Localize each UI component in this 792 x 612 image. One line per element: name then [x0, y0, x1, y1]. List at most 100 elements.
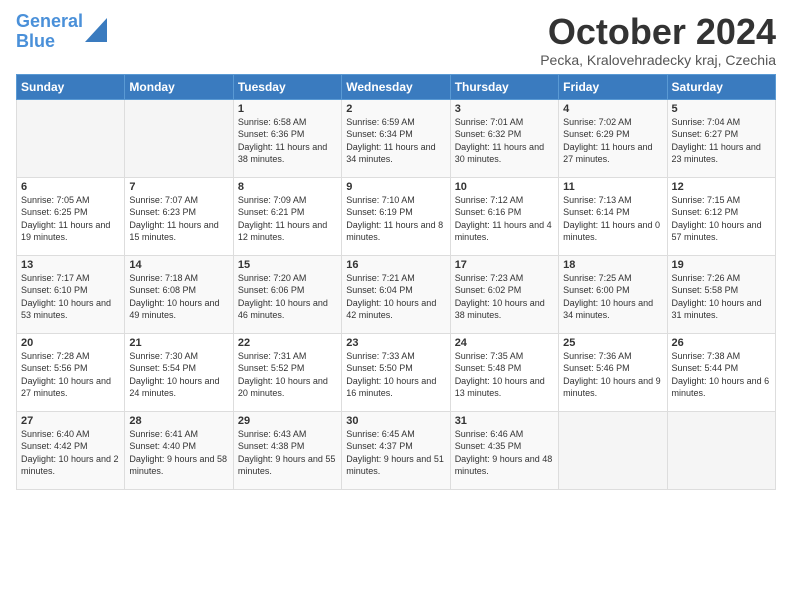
- day-cell: [125, 99, 233, 177]
- day-detail: Sunrise: 7:31 AM Sunset: 5:52 PM Dayligh…: [238, 350, 337, 400]
- day-number: 27: [21, 415, 120, 427]
- day-number: 18: [563, 259, 662, 271]
- day-number: 10: [455, 181, 554, 193]
- day-detail: Sunrise: 6:46 AM Sunset: 4:35 PM Dayligh…: [455, 428, 554, 478]
- day-cell: 6Sunrise: 7:05 AM Sunset: 6:25 PM Daylig…: [17, 177, 125, 255]
- day-cell: 29Sunrise: 6:43 AM Sunset: 4:38 PM Dayli…: [233, 411, 341, 489]
- day-detail: Sunrise: 7:21 AM Sunset: 6:04 PM Dayligh…: [346, 272, 445, 322]
- day-number: 22: [238, 337, 337, 349]
- day-number: 19: [672, 259, 771, 271]
- week-row-1: 1Sunrise: 6:58 AM Sunset: 6:36 PM Daylig…: [17, 99, 776, 177]
- logo-icon: [85, 14, 107, 42]
- logo-text: GeneralBlue: [16, 12, 83, 52]
- header: GeneralBlue October 2024 Pecka, Kraloveh…: [16, 12, 776, 68]
- week-row-5: 27Sunrise: 6:40 AM Sunset: 4:42 PM Dayli…: [17, 411, 776, 489]
- day-number: 25: [563, 337, 662, 349]
- logo: GeneralBlue: [16, 12, 107, 52]
- day-number: 13: [21, 259, 120, 271]
- day-cell: 16Sunrise: 7:21 AM Sunset: 6:04 PM Dayli…: [342, 255, 450, 333]
- day-cell: [17, 99, 125, 177]
- day-number: 5: [672, 103, 771, 115]
- location: Pecka, Kralovehradecky kraj, Czechia: [540, 52, 776, 68]
- day-detail: Sunrise: 7:38 AM Sunset: 5:44 PM Dayligh…: [672, 350, 771, 400]
- day-cell: [667, 411, 775, 489]
- day-detail: Sunrise: 7:05 AM Sunset: 6:25 PM Dayligh…: [21, 194, 120, 244]
- day-cell: 15Sunrise: 7:20 AM Sunset: 6:06 PM Dayli…: [233, 255, 341, 333]
- day-detail: Sunrise: 6:58 AM Sunset: 6:36 PM Dayligh…: [238, 116, 337, 166]
- col-wednesday: Wednesday: [342, 74, 450, 99]
- day-number: 20: [21, 337, 120, 349]
- day-detail: Sunrise: 7:25 AM Sunset: 6:00 PM Dayligh…: [563, 272, 662, 322]
- day-number: 8: [238, 181, 337, 193]
- day-number: 16: [346, 259, 445, 271]
- day-number: 3: [455, 103, 554, 115]
- day-number: 1: [238, 103, 337, 115]
- day-number: 28: [129, 415, 228, 427]
- day-cell: 2Sunrise: 6:59 AM Sunset: 6:34 PM Daylig…: [342, 99, 450, 177]
- day-detail: Sunrise: 7:18 AM Sunset: 6:08 PM Dayligh…: [129, 272, 228, 322]
- day-detail: Sunrise: 7:23 AM Sunset: 6:02 PM Dayligh…: [455, 272, 554, 322]
- day-detail: Sunrise: 7:30 AM Sunset: 5:54 PM Dayligh…: [129, 350, 228, 400]
- month-title: October 2024: [540, 12, 776, 52]
- day-number: 17: [455, 259, 554, 271]
- day-detail: Sunrise: 7:20 AM Sunset: 6:06 PM Dayligh…: [238, 272, 337, 322]
- day-number: 11: [563, 181, 662, 193]
- col-thursday: Thursday: [450, 74, 558, 99]
- day-number: 15: [238, 259, 337, 271]
- day-cell: 7Sunrise: 7:07 AM Sunset: 6:23 PM Daylig…: [125, 177, 233, 255]
- title-block: October 2024 Pecka, Kralovehradecky kraj…: [540, 12, 776, 68]
- col-monday: Monday: [125, 74, 233, 99]
- day-cell: 27Sunrise: 6:40 AM Sunset: 4:42 PM Dayli…: [17, 411, 125, 489]
- day-detail: Sunrise: 6:59 AM Sunset: 6:34 PM Dayligh…: [346, 116, 445, 166]
- day-cell: 31Sunrise: 6:46 AM Sunset: 4:35 PM Dayli…: [450, 411, 558, 489]
- col-tuesday: Tuesday: [233, 74, 341, 99]
- day-detail: Sunrise: 7:17 AM Sunset: 6:10 PM Dayligh…: [21, 272, 120, 322]
- day-detail: Sunrise: 7:35 AM Sunset: 5:48 PM Dayligh…: [455, 350, 554, 400]
- calendar-body: 1Sunrise: 6:58 AM Sunset: 6:36 PM Daylig…: [17, 99, 776, 489]
- day-detail: Sunrise: 7:33 AM Sunset: 5:50 PM Dayligh…: [346, 350, 445, 400]
- day-detail: Sunrise: 7:28 AM Sunset: 5:56 PM Dayligh…: [21, 350, 120, 400]
- day-cell: 24Sunrise: 7:35 AM Sunset: 5:48 PM Dayli…: [450, 333, 558, 411]
- day-number: 26: [672, 337, 771, 349]
- day-cell: 30Sunrise: 6:45 AM Sunset: 4:37 PM Dayli…: [342, 411, 450, 489]
- col-sunday: Sunday: [17, 74, 125, 99]
- day-detail: Sunrise: 7:26 AM Sunset: 5:58 PM Dayligh…: [672, 272, 771, 322]
- col-saturday: Saturday: [667, 74, 775, 99]
- day-number: 31: [455, 415, 554, 427]
- day-detail: Sunrise: 7:12 AM Sunset: 6:16 PM Dayligh…: [455, 194, 554, 244]
- day-number: 4: [563, 103, 662, 115]
- day-cell: 19Sunrise: 7:26 AM Sunset: 5:58 PM Dayli…: [667, 255, 775, 333]
- day-number: 14: [129, 259, 228, 271]
- calendar-table: Sunday Monday Tuesday Wednesday Thursday…: [16, 74, 776, 490]
- day-cell: 13Sunrise: 7:17 AM Sunset: 6:10 PM Dayli…: [17, 255, 125, 333]
- day-number: 21: [129, 337, 228, 349]
- day-cell: 5Sunrise: 7:04 AM Sunset: 6:27 PM Daylig…: [667, 99, 775, 177]
- day-cell: 14Sunrise: 7:18 AM Sunset: 6:08 PM Dayli…: [125, 255, 233, 333]
- day-cell: 21Sunrise: 7:30 AM Sunset: 5:54 PM Dayli…: [125, 333, 233, 411]
- day-detail: Sunrise: 6:45 AM Sunset: 4:37 PM Dayligh…: [346, 428, 445, 478]
- page: GeneralBlue October 2024 Pecka, Kraloveh…: [0, 0, 792, 498]
- day-cell: 11Sunrise: 7:13 AM Sunset: 6:14 PM Dayli…: [559, 177, 667, 255]
- week-row-4: 20Sunrise: 7:28 AM Sunset: 5:56 PM Dayli…: [17, 333, 776, 411]
- day-cell: 26Sunrise: 7:38 AM Sunset: 5:44 PM Dayli…: [667, 333, 775, 411]
- day-cell: 25Sunrise: 7:36 AM Sunset: 5:46 PM Dayli…: [559, 333, 667, 411]
- day-number: 2: [346, 103, 445, 115]
- day-cell: 17Sunrise: 7:23 AM Sunset: 6:02 PM Dayli…: [450, 255, 558, 333]
- day-detail: Sunrise: 6:41 AM Sunset: 4:40 PM Dayligh…: [129, 428, 228, 478]
- day-cell: 22Sunrise: 7:31 AM Sunset: 5:52 PM Dayli…: [233, 333, 341, 411]
- day-detail: Sunrise: 7:13 AM Sunset: 6:14 PM Dayligh…: [563, 194, 662, 244]
- day-detail: Sunrise: 7:01 AM Sunset: 6:32 PM Dayligh…: [455, 116, 554, 166]
- day-detail: Sunrise: 7:36 AM Sunset: 5:46 PM Dayligh…: [563, 350, 662, 400]
- day-cell: 8Sunrise: 7:09 AM Sunset: 6:21 PM Daylig…: [233, 177, 341, 255]
- day-detail: Sunrise: 6:43 AM Sunset: 4:38 PM Dayligh…: [238, 428, 337, 478]
- day-number: 7: [129, 181, 228, 193]
- day-cell: 23Sunrise: 7:33 AM Sunset: 5:50 PM Dayli…: [342, 333, 450, 411]
- day-cell: 28Sunrise: 6:41 AM Sunset: 4:40 PM Dayli…: [125, 411, 233, 489]
- day-detail: Sunrise: 7:07 AM Sunset: 6:23 PM Dayligh…: [129, 194, 228, 244]
- day-number: 6: [21, 181, 120, 193]
- day-cell: [559, 411, 667, 489]
- day-cell: 9Sunrise: 7:10 AM Sunset: 6:19 PM Daylig…: [342, 177, 450, 255]
- week-row-2: 6Sunrise: 7:05 AM Sunset: 6:25 PM Daylig…: [17, 177, 776, 255]
- day-cell: 3Sunrise: 7:01 AM Sunset: 6:32 PM Daylig…: [450, 99, 558, 177]
- day-detail: Sunrise: 6:40 AM Sunset: 4:42 PM Dayligh…: [21, 428, 120, 478]
